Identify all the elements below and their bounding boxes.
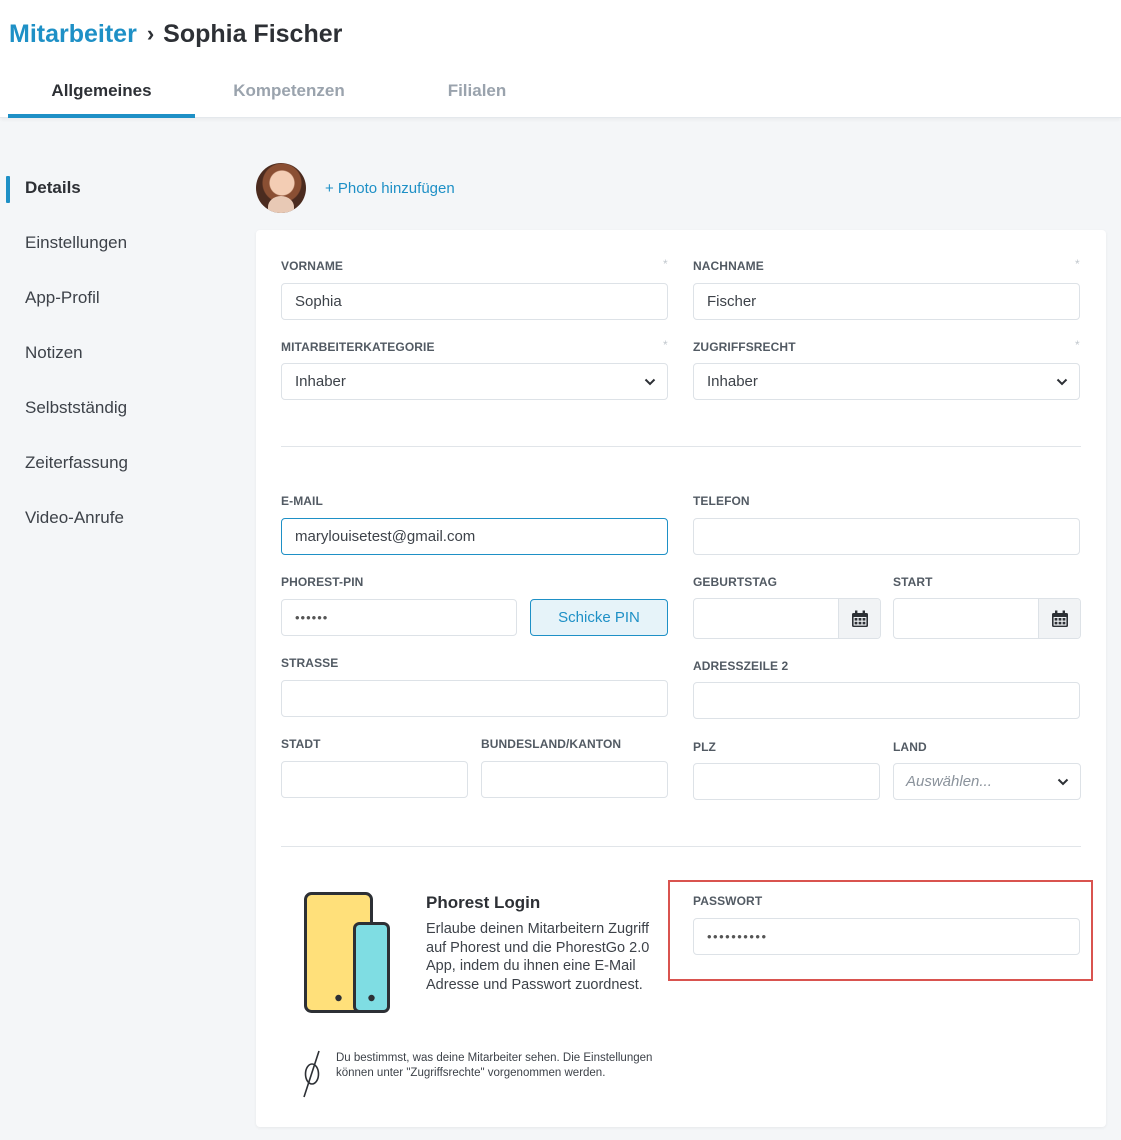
- zugriff-value: Inhaber: [707, 373, 758, 390]
- kategorie-value: Inhaber: [295, 373, 346, 390]
- required-mark: *: [1075, 338, 1080, 352]
- bundesland-field[interactable]: [481, 761, 668, 798]
- geburtstag-field[interactable]: [694, 599, 838, 638]
- calendar-icon[interactable]: [838, 599, 880, 638]
- send-pin-button[interactable]: Schicke PIN: [530, 599, 668, 636]
- zugriffsrecht-select[interactable]: Inhaber: [693, 363, 1080, 400]
- telefon-label: TELEFON: [693, 494, 750, 508]
- adresszeile2-label: ADRESSZEILE 2: [693, 659, 789, 673]
- sidebar-item-app-profil[interactable]: App-Profil: [0, 270, 230, 325]
- section-divider: [281, 446, 1081, 447]
- login-title: Phorest Login: [426, 893, 541, 912]
- header: Mitarbeiter › Sophia Fischer Allgemeines…: [0, 0, 1121, 118]
- nachname-value: Fischer: [707, 293, 757, 310]
- tab-bar: Allgemeines Kompetenzen Filialen: [8, 68, 571, 118]
- email-label: E-MAIL: [281, 494, 323, 508]
- login-description: Erlaube deinen Mitarbeitern Zugriff auf …: [426, 921, 650, 993]
- breadcrumb-separator-icon: ›: [146, 21, 155, 46]
- tab-filialen[interactable]: Filialen: [383, 68, 571, 118]
- breadcrumb: Mitarbeiter › Sophia Fischer: [9, 18, 342, 50]
- land-select[interactable]: Auswählen...: [893, 763, 1081, 800]
- plz-field[interactable]: [693, 763, 880, 800]
- required-mark: *: [663, 257, 668, 271]
- required-mark: *: [1075, 257, 1080, 271]
- pin-value: ••••••: [295, 610, 329, 625]
- kategorie-label: MITARBEITERKATEGORIE: [281, 340, 435, 354]
- photo-row: + Photo hinzufügen: [256, 162, 455, 214]
- sidebar-item-zeiterfassung[interactable]: Zeiterfassung: [0, 435, 230, 490]
- plz-label: PLZ: [693, 740, 716, 754]
- sidebar-item-notizen[interactable]: Notizen: [0, 325, 230, 380]
- land-placeholder: Auswählen...: [906, 773, 992, 790]
- sidebar-item-einstellungen[interactable]: Einstellungen: [0, 215, 230, 270]
- chevron-down-icon: [1045, 374, 1079, 389]
- geburtstag-label: GEBURTSTAG: [693, 575, 778, 589]
- stadt-label: STADT: [281, 737, 321, 751]
- devices-icon: [304, 892, 390, 1013]
- page-title: Sophia Fischer: [163, 20, 343, 48]
- pin-field[interactable]: ••••••: [281, 599, 517, 636]
- sidebar-item-details[interactable]: Details: [0, 160, 230, 215]
- email-value: marylouisetest@gmail.com: [295, 528, 476, 545]
- tab-allgemeines[interactable]: Allgemeines: [8, 68, 195, 118]
- details-form-card: VORNAME * Sophia NACHNAME * Fischer MITA…: [256, 230, 1106, 1127]
- zugriff-label: ZUGRIFFSRECHT: [693, 340, 796, 354]
- section-divider: [281, 846, 1081, 847]
- start-field[interactable]: [894, 599, 1038, 638]
- avatar[interactable]: [256, 163, 306, 213]
- vorname-input[interactable]: Sophia: [281, 283, 668, 320]
- email-field[interactable]: marylouisetest@gmail.com: [281, 518, 668, 555]
- tab-kompetenzen[interactable]: Kompetenzen: [195, 68, 383, 118]
- chevron-down-icon: [1046, 774, 1080, 789]
- telefon-field[interactable]: [693, 518, 1080, 555]
- chevron-down-icon: [633, 374, 667, 389]
- breadcrumb-link-mitarbeiter[interactable]: Mitarbeiter: [9, 18, 137, 50]
- add-photo-link[interactable]: + Photo hinzufügen: [325, 180, 455, 197]
- nachname-label: NACHNAME: [693, 259, 764, 273]
- geburtstag-datepicker: [693, 598, 881, 639]
- kategorie-select[interactable]: Inhaber: [281, 363, 668, 400]
- nachname-input[interactable]: Fischer: [693, 283, 1080, 320]
- password-highlight-box: [668, 880, 1093, 981]
- start-datepicker: [893, 598, 1081, 639]
- calendar-icon[interactable]: [1038, 599, 1080, 638]
- required-mark: *: [663, 338, 668, 352]
- strasse-field[interactable]: [281, 680, 668, 717]
- adresszeile2-field[interactable]: [693, 682, 1080, 719]
- pin-label: PHOREST-PIN: [281, 575, 364, 589]
- sidebar-item-selbststaendig[interactable]: Selbstständig: [0, 380, 230, 435]
- strasse-label: STRASSE: [281, 656, 339, 670]
- vorname-value: Sophia: [295, 293, 342, 310]
- bundesland-label: BUNDESLAND/KANTON: [481, 737, 622, 751]
- permissions-note: Du bestimmst, was deine Mitarbeiter sehe…: [336, 1052, 653, 1079]
- sidebar: Details Einstellungen App-Profil Notizen…: [0, 160, 230, 545]
- vorname-label: VORNAME: [281, 259, 344, 273]
- start-label: START: [893, 575, 933, 589]
- eye-slash-icon: [303, 1050, 320, 1098]
- land-label: LAND: [893, 740, 927, 754]
- stadt-field[interactable]: [281, 761, 468, 798]
- sidebar-item-video-anrufe[interactable]: Video-Anrufe: [0, 490, 230, 545]
